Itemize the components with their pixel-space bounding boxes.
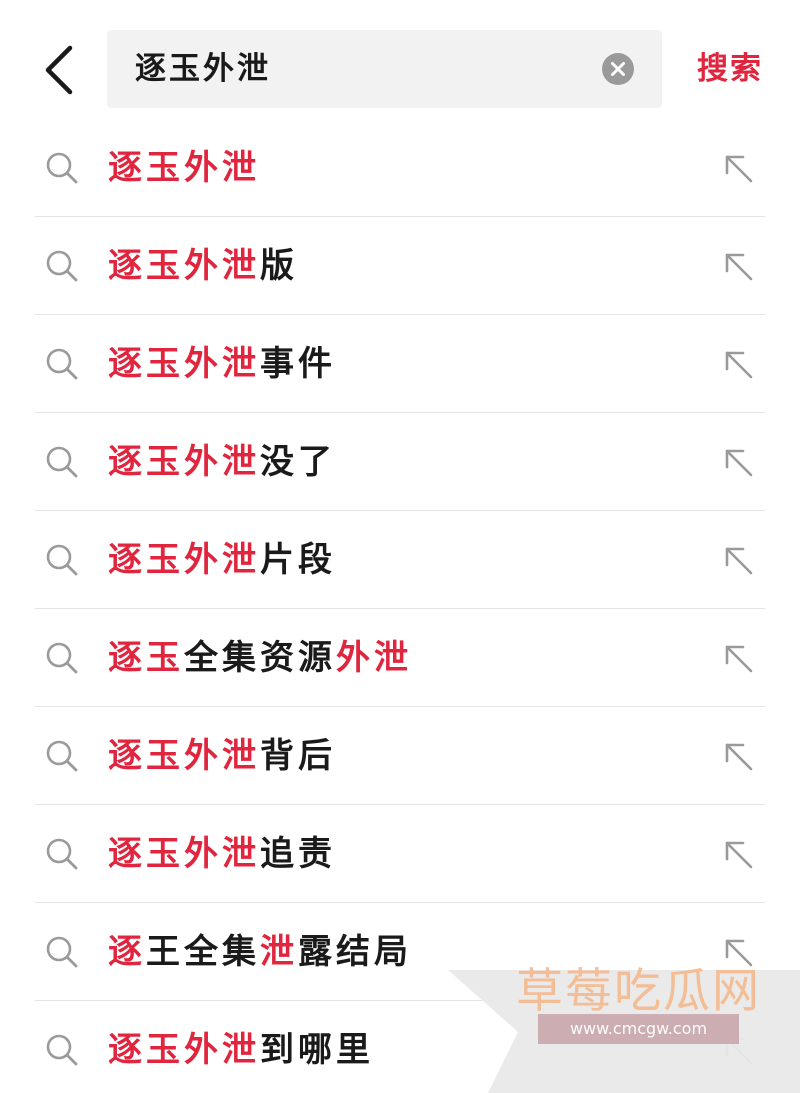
- suggestion-match-text: 外泄: [336, 638, 412, 678]
- suggestion-list: 逐玉外泄 逐玉外泄版 逐玉外泄事件 逐玉外泄没了 逐玉外泄片段 逐玉全集资源外泄 逐玉外泄背…: [0, 119, 800, 1093]
- fill-arrow-icon[interactable]: [718, 638, 758, 678]
- search-query-text[interactable]: 逐玉外泄: [135, 30, 271, 108]
- suggestion-text: 王全集: [146, 932, 260, 972]
- suggestion-match-text: 逐玉外泄: [108, 1030, 260, 1070]
- suggestion-row[interactable]: 逐玉外泄片段: [0, 511, 800, 609]
- suggestion-row[interactable]: 逐玉外泄: [0, 119, 800, 217]
- search-icon: [46, 250, 78, 282]
- suggestion-match-text: 泄: [260, 932, 298, 972]
- suggestion-text: 版: [260, 246, 298, 286]
- chevron-left-icon[interactable]: [30, 40, 90, 100]
- suggestion-row[interactable]: 逐玉外泄追责: [0, 805, 800, 903]
- suggestion-label[interactable]: 逐玉外泄追责: [108, 805, 336, 903]
- search-header: 逐玉外泄 搜索: [0, 0, 800, 120]
- search-icon: [46, 544, 78, 576]
- suggestion-match-text: 逐玉外泄: [108, 344, 260, 384]
- fill-arrow-icon[interactable]: [718, 148, 758, 188]
- suggestion-label[interactable]: 逐玉外泄版: [108, 217, 298, 315]
- suggestion-row[interactable]: 逐玉外泄事件: [0, 315, 800, 413]
- search-icon: [46, 740, 78, 772]
- suggestion-match-text: 逐玉外泄: [108, 736, 260, 776]
- suggestion-label[interactable]: 逐玉外泄事件: [108, 315, 336, 413]
- suggestion-match-text: 逐玉: [108, 638, 184, 678]
- fill-arrow-icon[interactable]: [718, 344, 758, 384]
- search-button[interactable]: 搜索: [697, 38, 763, 100]
- suggestion-label[interactable]: 逐玉外泄到哪里: [108, 1001, 374, 1093]
- suggestion-text: 露结局: [298, 932, 412, 972]
- suggestion-label[interactable]: 逐玉外泄没了: [108, 413, 336, 511]
- suggestion-label[interactable]: 逐玉外泄背后: [108, 707, 336, 805]
- suggestion-label[interactable]: 逐玉外泄片段: [108, 511, 336, 609]
- suggestion-label[interactable]: 逐玉外泄: [108, 119, 260, 217]
- suggestion-match-text: 逐玉外泄: [108, 540, 260, 580]
- fill-arrow-icon[interactable]: [718, 540, 758, 580]
- suggestion-text: 全集资源: [184, 638, 336, 678]
- suggestion-row[interactable]: 逐玉全集资源外泄: [0, 609, 800, 707]
- suggestion-match-text: 逐: [108, 932, 146, 972]
- suggestion-match-text: 逐玉外泄: [108, 442, 260, 482]
- fill-arrow-icon[interactable]: [718, 246, 758, 286]
- suggestion-label[interactable]: 逐玉全集资源外泄: [108, 609, 412, 707]
- search-input[interactable]: 逐玉外泄: [107, 30, 662, 108]
- watermark-title: 草莓吃瓜网: [516, 964, 761, 1019]
- fill-arrow-icon[interactable]: [718, 736, 758, 776]
- suggestion-label[interactable]: 逐王全集泄露结局: [108, 903, 412, 1001]
- suggestion-match-text: 逐玉外泄: [108, 834, 260, 874]
- watermark-url: www.cmcgw.com: [538, 1014, 739, 1044]
- suggestion-text: 片段: [260, 540, 336, 580]
- search-icon: [46, 1034, 78, 1066]
- clear-icon[interactable]: [602, 53, 634, 85]
- fill-arrow-icon[interactable]: [718, 834, 758, 874]
- suggestion-row[interactable]: 逐玉外泄版: [0, 217, 800, 315]
- search-icon: [46, 446, 78, 478]
- suggestion-match-text: 逐玉外泄: [108, 148, 260, 188]
- search-icon: [46, 642, 78, 674]
- suggestion-text: 没了: [260, 442, 336, 482]
- search-icon: [46, 838, 78, 870]
- search-icon: [46, 348, 78, 380]
- suggestion-text: 追责: [260, 834, 336, 874]
- search-icon: [46, 936, 78, 968]
- suggestion-text: 背后: [260, 736, 336, 776]
- suggestion-text: 到哪里: [260, 1030, 374, 1070]
- suggestion-match-text: 逐玉外泄: [108, 246, 260, 286]
- fill-arrow-icon[interactable]: [718, 442, 758, 482]
- suggestion-row[interactable]: 逐玉外泄没了: [0, 413, 800, 511]
- suggestion-text: 事件: [260, 344, 336, 384]
- suggestion-row[interactable]: 逐玉外泄背后: [0, 707, 800, 805]
- search-icon: [46, 152, 78, 184]
